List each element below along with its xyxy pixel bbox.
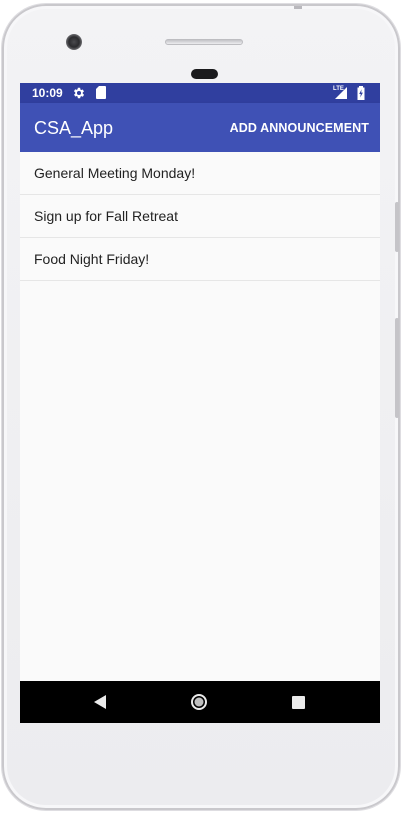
recent-apps-icon[interactable] xyxy=(292,696,305,709)
announcement-list: General Meeting Monday! Sign up for Fall… xyxy=(20,152,380,281)
list-item[interactable]: Sign up for Fall Retreat xyxy=(20,195,380,238)
status-bar: 10:09 LTE xyxy=(20,83,380,103)
battery-charging-icon xyxy=(357,86,365,100)
app-toolbar: CSA_App ADD ANNOUNCEMENT xyxy=(20,103,380,152)
phone-seam xyxy=(294,6,302,9)
list-item[interactable]: General Meeting Monday! xyxy=(20,152,380,195)
app-title: CSA_App xyxy=(34,118,114,138)
navigation-bar xyxy=(20,681,380,723)
home-icon[interactable] xyxy=(190,693,208,711)
earpiece-speaker xyxy=(165,39,243,45)
announcement-text: Food Night Friday! xyxy=(34,251,150,267)
announcement-text: General Meeting Monday! xyxy=(34,165,196,181)
announcement-text: Sign up for Fall Retreat xyxy=(34,208,178,224)
sd-card-icon xyxy=(96,86,106,99)
back-icon[interactable] xyxy=(93,694,107,710)
volume-button xyxy=(395,202,399,252)
status-time: 10:09 xyxy=(32,86,63,100)
device-screen: 10:09 LTE CSA_App ADD ANNOUNCEMENT Gener… xyxy=(20,83,380,723)
signal-icon xyxy=(335,87,347,99)
add-announcement-button[interactable]: ADD ANNOUNCEMENT xyxy=(230,121,369,135)
gear-icon xyxy=(73,87,85,99)
list-item[interactable]: Food Night Friday! xyxy=(20,238,380,281)
proximity-sensor xyxy=(191,69,218,79)
power-button xyxy=(395,318,399,418)
front-camera xyxy=(66,34,82,50)
